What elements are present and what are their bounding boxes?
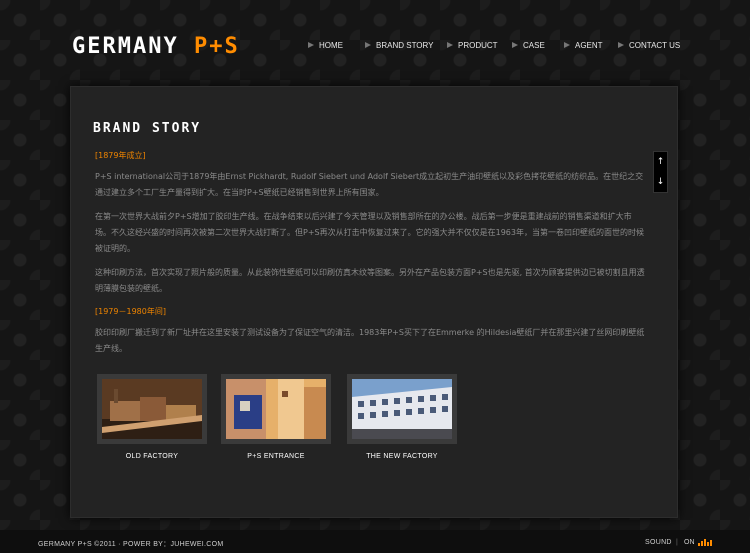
section-paragraph: 在第一次世界大战前夕P+S增加了胶印生产线。在战争结束以后兴建了今天管理以及销售… [95,212,644,253]
site-logo[interactable]: GERMANY P+S [72,34,240,59]
arrow-right-icon [512,42,518,48]
gallery-item-old-factory[interactable]: OLD FACTORY [97,374,207,460]
old-factory-photo [102,379,202,439]
nav-item-contact-us[interactable]: CONTACT US [618,41,680,51]
nav-label: HOME [319,41,343,50]
gallery-caption: THE NEW FACTORY [366,453,438,460]
photo-frame [347,374,457,444]
photo-frame [221,374,331,444]
sound-level-icon[interactable] [698,537,712,546]
scroll-control: ↑ ↓ [653,151,668,193]
page-title: BRAND STORY [93,121,202,136]
nav-label: CONTACT US [629,41,681,50]
section-paragraph: 这种印刷方法，首次实现了照片般的质量。从此装饰性壁纸可以印刷仿真木纹等图案。另外… [95,268,645,293]
gallery-caption: P+S ENTRANCE [247,453,305,460]
copyright-text: GERMANY P+S ©2011 · POWER BY：JUHEWEI.COM [38,541,224,548]
gallery-caption: OLD FACTORY [125,453,179,460]
sound-label: SOUND [645,539,672,546]
arrow-right-icon [447,42,453,48]
arrow-right-icon [308,42,314,48]
sound-toggle[interactable]: ON [684,539,695,546]
section-heading: [1879年成立] [95,151,146,160]
arrow-right-icon [618,42,624,48]
content-panel: BRAND STORY [1879年成立] P+S international公… [70,86,678,518]
nav-item-home[interactable]: HOME [308,41,343,51]
nav-label: CASE [523,41,545,50]
nav-item-product[interactable]: PRODUCT [447,41,498,51]
gallery-item-new-factory[interactable]: THE NEW FACTORY [347,374,457,460]
nav-item-case[interactable]: CASE [512,41,545,51]
nav-item-brand-story[interactable]: BRAND STORY [365,41,434,51]
nav-label: PRODUCT [458,41,498,50]
gallery-item-entrance[interactable]: P+S ENTRANCE [221,374,331,460]
logo-brand-text: P+S [193,34,240,59]
story-content: [1879年成立] P+S international公司于1879年由Erns… [95,149,647,365]
section-paragraph: 胶印印刷厂搬迁到了新厂址并在这里安装了测试设备为了保证空气的清洁。1983年P+… [95,328,645,353]
logo-main-text: GERMANY [72,34,179,59]
arrow-right-icon [365,42,371,48]
arrow-right-icon [564,42,570,48]
nav-label: AGENT [575,41,603,50]
photo-gallery: OLD FACTORY P+S ENTRANCE THE NEW FACTORY [71,374,677,474]
new-factory-photo [352,379,452,439]
nav-item-agent[interactable]: AGENT [564,41,603,51]
section-heading: [1979－1980年间] [95,307,166,316]
scroll-up-button[interactable]: ↑ [654,152,667,172]
site-footer: GERMANY P+S ©2011 · POWER BY：JUHEWEI.COM… [0,530,750,553]
footer-separator: | [676,539,678,546]
scroll-down-button[interactable]: ↓ [654,172,667,192]
photo-frame [97,374,207,444]
section-paragraph: P+S international公司于1879年由Ernst Pickhard… [95,172,644,197]
entrance-photo [226,379,326,439]
nav-label: BRAND STORY [376,41,434,50]
